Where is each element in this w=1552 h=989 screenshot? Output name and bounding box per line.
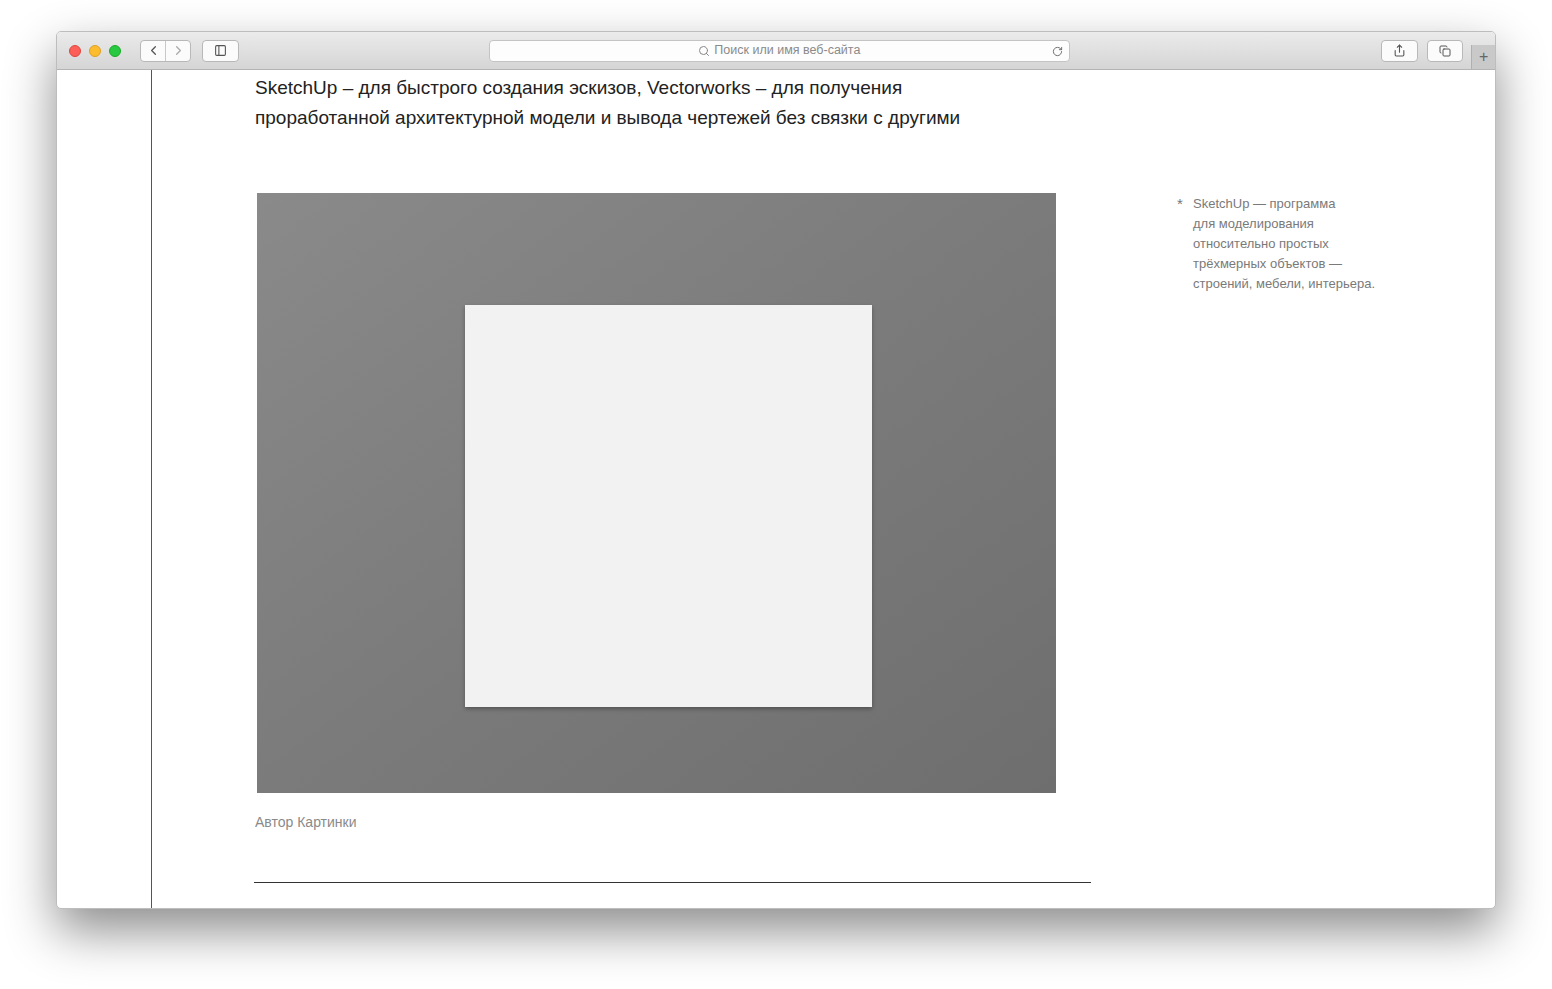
divider: [254, 882, 1091, 883]
screen: Поиск или имя веб-сайта + SketchUp – для б…: [0, 0, 1552, 989]
minimize-icon[interactable]: [89, 45, 101, 57]
window-controls: [69, 45, 121, 57]
back-button[interactable]: [141, 41, 166, 61]
forward-button[interactable]: [166, 41, 190, 61]
left-margin: [57, 70, 152, 908]
tabs-button[interactable]: [1427, 40, 1464, 62]
chevron-left-icon: [146, 43, 161, 58]
sidebar-icon: [214, 44, 227, 57]
article-paragraph: SketchUp – для быстрого создания эскизов…: [255, 73, 1092, 133]
sidenote-line: SketchUp — программа: [1193, 194, 1375, 214]
article-column: SketchUp – для быстрого создания эскизов…: [152, 70, 1092, 908]
toolbar: Поиск или имя веб-сайта +: [57, 32, 1495, 70]
reload-icon[interactable]: [1052, 46, 1063, 57]
sidenote: *SketchUp — программадля моделированияот…: [1174, 70, 1375, 908]
browser-window: Поиск или имя веб-сайта + SketchUp – для б…: [56, 31, 1496, 909]
booklet-shape: [465, 305, 872, 707]
close-icon[interactable]: [69, 45, 81, 57]
article-image: [257, 193, 1056, 793]
zoom-icon[interactable]: [109, 45, 121, 57]
sidenote-marker: *: [1174, 194, 1193, 908]
sidenote-line: трёхмерных объектов —: [1193, 254, 1375, 274]
new-tab-button[interactable]: +: [1471, 45, 1495, 69]
paragraph-line: проработанной архитектурной модели и выв…: [255, 103, 1092, 133]
image-caption: Автор Картинки: [255, 812, 1092, 832]
paragraph-line: SketchUp – для быстрого создания эскизов…: [255, 73, 1092, 103]
address-placeholder: Поиск или имя веб-сайта: [714, 41, 860, 60]
search-icon: [698, 45, 710, 57]
sidenote-line: для моделирования: [1193, 214, 1375, 234]
sidebar-button[interactable]: [202, 40, 239, 62]
page-content: SketchUp – для быстрого создания эскизов…: [57, 70, 1495, 908]
address-bar[interactable]: Поиск или имя веб-сайта: [489, 40, 1071, 62]
sidenote-line: относительно простых: [1193, 234, 1375, 254]
share-icon: [1393, 44, 1406, 57]
chevron-right-icon: [171, 43, 186, 58]
share-button[interactable]: [1381, 40, 1418, 62]
sidenote-line: строений, мебели, интерьера.: [1193, 274, 1375, 294]
nav-buttons: [140, 40, 191, 62]
tabs-icon: [1439, 45, 1451, 57]
sidenote-text: SketchUp — программадля моделированияотн…: [1193, 194, 1375, 908]
